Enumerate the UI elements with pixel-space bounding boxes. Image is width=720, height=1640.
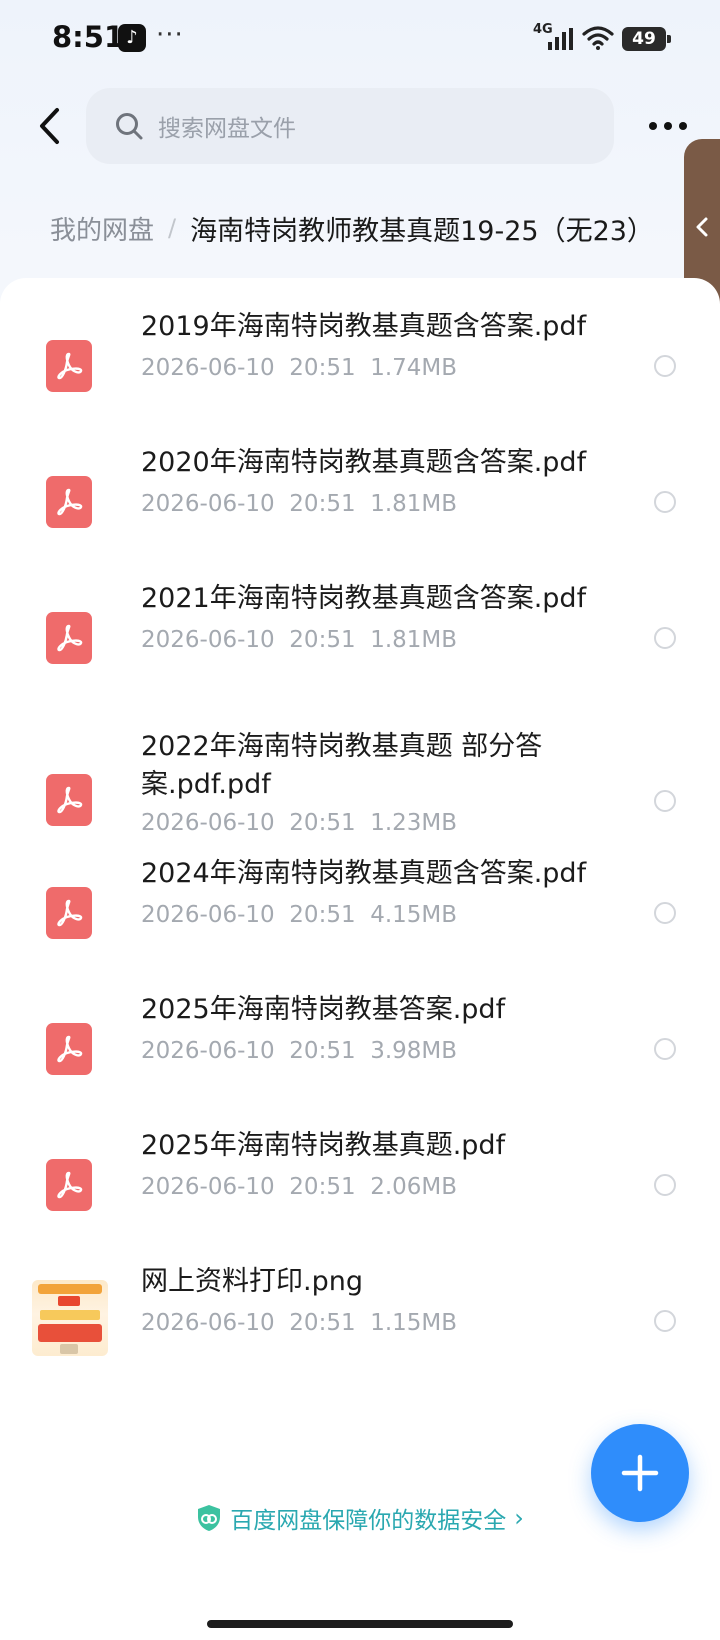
file-row[interactable]: 网上资料打印.png 2026-06-10 20:51 1.15MB <box>0 1263 720 1373</box>
pdf-file-icon <box>46 612 92 664</box>
file-size: 1.81MB <box>370 491 458 517</box>
more-options-button[interactable] <box>642 102 694 150</box>
status-bar: 8:51 ♪ ··· 4G 49 <box>0 0 720 80</box>
breadcrumb-separator: / <box>168 214 177 242</box>
more-dots-icon <box>649 122 687 130</box>
file-time: 20:51 <box>289 1174 356 1200</box>
breadcrumb-root[interactable]: 我的网盘 <box>50 210 154 247</box>
file-date: 2026-06-10 <box>141 1038 275 1064</box>
select-radio[interactable] <box>654 1310 676 1332</box>
file-size: 4.15MB <box>370 902 458 928</box>
select-radio[interactable] <box>654 1038 676 1060</box>
file-row[interactable]: 2021年海南特岗教基真题含答案.pdf 2026-06-10 20:51 1.… <box>0 580 720 690</box>
file-meta: 2026-06-10 20:51 1.23MB <box>141 810 457 836</box>
search-placeholder: 搜索网盘文件 <box>158 116 296 142</box>
file-meta: 2026-06-10 20:51 3.98MB <box>141 1038 457 1064</box>
safety-text: 百度网盘保障你的数据安全 <box>230 1508 507 1534</box>
pdf-file-icon <box>46 774 92 826</box>
thumbnail-tag <box>58 1296 80 1306</box>
pdf-file-icon <box>46 1023 92 1075</box>
file-name: 2025年海南特岗教基答案.pdf <box>141 994 506 1025</box>
file-meta: 2026-06-10 20:51 1.15MB <box>141 1310 457 1336</box>
status-time: 8:51 <box>52 20 125 54</box>
more-notifications-icon: ··· <box>156 20 184 50</box>
file-date: 2026-06-10 <box>141 810 275 836</box>
pdf-file-icon <box>46 887 92 939</box>
thumbnail-footer <box>60 1344 78 1354</box>
file-time: 20:51 <box>289 810 356 836</box>
file-size: 1.81MB <box>370 627 458 653</box>
file-name: 2022年海南特岗教基真题 部分答案.pdf.pdf <box>141 731 543 800</box>
file-time: 20:51 <box>289 491 356 517</box>
file-meta: 2026-06-10 20:51 2.06MB <box>141 1174 457 1200</box>
select-radio[interactable] <box>654 902 676 924</box>
file-meta: 2026-06-10 20:51 1.74MB <box>141 355 457 381</box>
select-radio[interactable] <box>654 1174 676 1196</box>
image-thumbnail <box>32 1280 108 1356</box>
pdf-file-icon <box>46 1159 92 1211</box>
chevron-left-icon <box>696 217 708 237</box>
file-name: 2025年海南特岗教基真题.pdf <box>141 1130 506 1161</box>
file-row[interactable]: 2020年海南特岗教基真题含答案.pdf 2026-06-10 20:51 1.… <box>0 444 720 554</box>
file-time: 20:51 <box>289 355 356 381</box>
search-icon <box>116 113 143 140</box>
search-input[interactable]: 搜索网盘文件 <box>86 88 614 164</box>
file-row[interactable]: 2019年海南特岗教基真题含答案.pdf 2026-06-10 20:51 1.… <box>0 308 720 418</box>
thumbnail-strip <box>40 1310 100 1320</box>
thumbnail-banner <box>38 1284 102 1294</box>
select-radio[interactable] <box>654 790 676 812</box>
file-row[interactable]: 2025年海南特岗教基真题.pdf 2026-06-10 20:51 2.06M… <box>0 1127 720 1237</box>
wifi-icon <box>582 26 614 50</box>
pdf-file-icon <box>46 340 92 392</box>
file-size: 3.98MB <box>370 1038 458 1064</box>
file-name: 2021年海南特岗教基真题含答案.pdf <box>141 583 587 614</box>
home-indicator[interactable] <box>207 1620 513 1628</box>
file-size: 2.06MB <box>370 1174 458 1200</box>
file-meta: 2026-06-10 20:51 1.81MB <box>141 491 457 517</box>
select-radio[interactable] <box>654 627 676 649</box>
file-meta: 2026-06-10 20:51 4.15MB <box>141 902 457 928</box>
back-arrow-icon <box>40 108 59 144</box>
file-time: 20:51 <box>289 1038 356 1064</box>
file-meta: 2026-06-10 20:51 1.81MB <box>141 627 457 653</box>
file-name: 2020年海南特岗教基真题含答案.pdf <box>141 447 587 478</box>
breadcrumb-current-folder: 海南特岗教师教基真题19-25（无23） <box>190 215 654 247</box>
data-safety-link[interactable]: 百度网盘保障你的数据安全 › <box>0 1498 720 1538</box>
plus-icon <box>621 1454 659 1492</box>
file-size: 1.23MB <box>370 810 458 836</box>
file-name: 2019年海南特岗教基真题含答案.pdf <box>141 311 587 342</box>
chevron-right-icon: › <box>514 1504 524 1532</box>
file-name: 网上资料打印.png <box>141 1266 363 1297</box>
file-size: 1.15MB <box>370 1310 458 1336</box>
shield-icon <box>198 1505 221 1531</box>
file-row[interactable]: 2022年海南特岗教基真题 部分答案.pdf.pdf 2026-06-10 20… <box>0 728 720 868</box>
file-name: 2024年海南特岗教基真题含答案.pdf <box>141 858 587 889</box>
back-button[interactable] <box>24 96 76 156</box>
file-date: 2026-06-10 <box>141 1310 275 1336</box>
signal-icon <box>548 28 573 50</box>
file-time: 20:51 <box>289 902 356 928</box>
file-date: 2026-06-10 <box>141 1174 275 1200</box>
thumbnail-price-block <box>38 1324 102 1342</box>
file-time: 20:51 <box>289 1310 356 1336</box>
file-time: 20:51 <box>289 627 356 653</box>
file-date: 2026-06-10 <box>141 491 275 517</box>
file-size: 1.74MB <box>370 355 458 381</box>
select-radio[interactable] <box>654 355 676 377</box>
top-bar: 搜索网盘文件 <box>0 86 720 166</box>
breadcrumb: 我的网盘 / 海南特岗教师教基真题19-25（无23） <box>50 206 654 250</box>
file-row[interactable]: 2024年海南特岗教基真题含答案.pdf 2026-06-10 20:51 4.… <box>0 855 720 965</box>
file-row[interactable]: 2025年海南特岗教基答案.pdf 2026-06-10 20:51 3.98M… <box>0 991 720 1101</box>
file-date: 2026-06-10 <box>141 355 275 381</box>
file-date: 2026-06-10 <box>141 902 275 928</box>
battery-indicator: 49 <box>622 27 671 51</box>
tiktok-icon: ♪ <box>118 24 146 52</box>
pdf-file-icon <box>46 476 92 528</box>
file-date: 2026-06-10 <box>141 627 275 653</box>
select-radio[interactable] <box>654 491 676 513</box>
